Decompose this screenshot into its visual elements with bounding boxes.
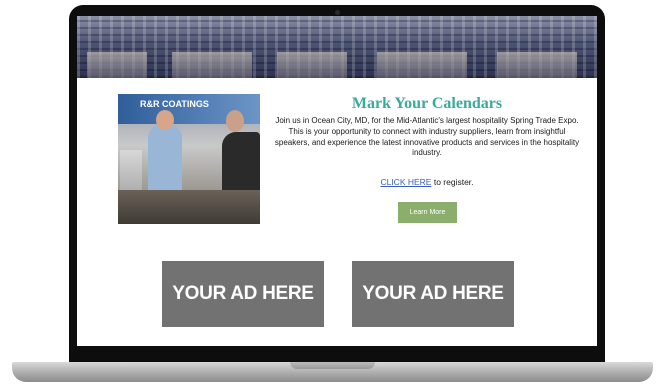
screen: R&R COATINGS Mark Your Calendars Join us… — [77, 16, 597, 346]
trade-show-photo: R&R COATINGS — [118, 94, 260, 224]
register-line: CLICK HERE to register. — [268, 177, 586, 187]
laptop-notch — [290, 362, 375, 369]
register-suffix: to register. — [431, 177, 474, 187]
ad-placeholder[interactable]: YOUR AD HERE — [352, 261, 514, 327]
hero-title: Mark Your Calendars — [351, 95, 503, 112]
photo-sign-text: R&R COATINGS — [140, 99, 209, 109]
expo-hall-banner-image — [77, 16, 597, 78]
laptop-chin — [69, 345, 605, 363]
camera-dot — [335, 10, 340, 15]
learn-more-button[interactable]: Learn More — [398, 202, 457, 223]
hero-description: Join us in Ocean City, MD, for the Mid-A… — [274, 116, 580, 158]
ad-placeholder[interactable]: YOUR AD HERE — [162, 261, 324, 327]
register-link[interactable]: CLICK HERE — [380, 177, 431, 187]
